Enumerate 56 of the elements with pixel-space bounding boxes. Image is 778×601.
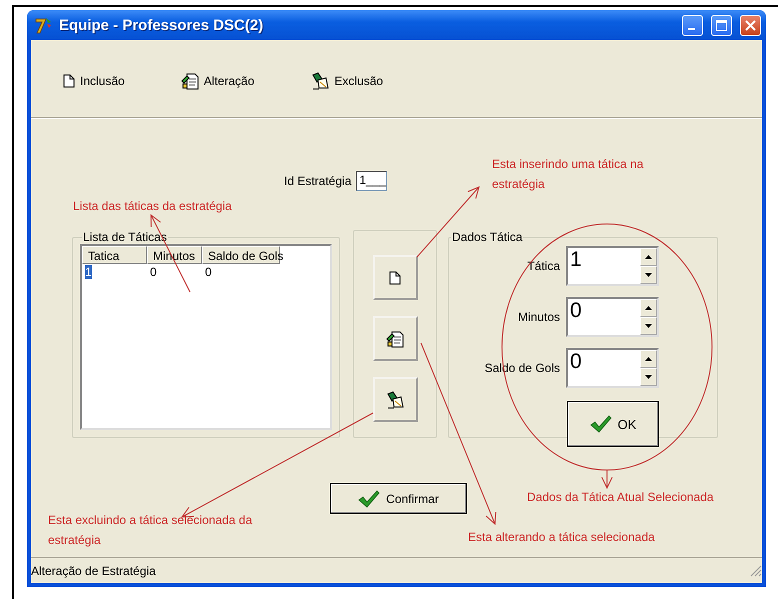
annotation-text: Dados da Tática Atual Selecionada	[527, 489, 715, 506]
eraser-icon	[386, 390, 404, 408]
eraser-icon	[311, 72, 330, 90]
field-label: Tática	[527, 259, 560, 273]
column-header[interactable]: Tatica	[82, 246, 147, 264]
resize-grip-icon	[750, 564, 762, 576]
leader-arrow	[601, 470, 613, 490]
close-button[interactable]	[740, 14, 761, 36]
toolbar-button[interactable]: Inclusão	[61, 72, 127, 90]
edit-document-icon	[180, 72, 199, 90]
spin-down-button[interactable]	[640, 368, 657, 386]
minimize-icon	[688, 28, 694, 30]
table-cell: 1	[85, 265, 92, 279]
group-title: Dados Tática	[451, 230, 524, 244]
spin-field[interactable]: 0	[566, 297, 659, 337]
document-icon	[389, 270, 401, 284]
annotation-text: Esta inserindo uma tática na estratégia	[492, 156, 644, 193]
icon-button[interactable]	[372, 255, 418, 300]
id-field[interactable]: 1___	[356, 171, 388, 191]
document-icon	[63, 74, 75, 88]
annotation-text: Esta alterando a tática selecionada	[468, 529, 656, 546]
confirm-button[interactable]: Confirmar	[330, 483, 467, 514]
spin-up-button[interactable]	[640, 350, 657, 368]
check-icon	[358, 490, 380, 508]
edit-document-icon	[386, 330, 404, 348]
field-label: Id Estratégia	[284, 174, 352, 188]
maximize-button[interactable]	[711, 14, 732, 36]
ok-button[interactable]: OK	[567, 401, 659, 447]
table-cell: 0	[150, 265, 157, 279]
table-cell: 0	[205, 265, 212, 279]
spin-field[interactable]: 1	[566, 246, 659, 286]
down-arrow-icon	[645, 375, 652, 379]
icon-button[interactable]	[372, 316, 418, 361]
annotation-text: Esta excluindo a tática selecionada da estratégia	[48, 512, 254, 549]
spin-up-button[interactable]	[640, 248, 657, 266]
up-arrow-icon	[645, 357, 652, 361]
maximize-icon	[716, 20, 727, 30]
up-arrow-icon	[645, 255, 652, 259]
toolbar-button[interactable]: Exclusão	[309, 70, 386, 92]
toolbar-button[interactable]: Alteração	[178, 70, 256, 92]
annotation-text: Lista das táticas da estratégia	[73, 198, 233, 215]
minimize-button[interactable]	[682, 14, 703, 36]
spin-field[interactable]: 0	[566, 348, 659, 388]
close-icon	[745, 20, 756, 30]
spin-down-button[interactable]	[640, 266, 657, 284]
down-arrow-icon	[645, 273, 652, 277]
spin-up-button[interactable]	[640, 299, 657, 317]
spin-down-button[interactable]	[640, 317, 657, 335]
window-title: Equipe - Professores DSC(2)	[59, 16, 264, 34]
field-label: Minutos	[518, 310, 560, 324]
status-text: Alteração de Estratégia	[31, 564, 156, 578]
down-arrow-icon	[645, 324, 652, 328]
app-icon	[35, 16, 53, 34]
check-icon	[590, 415, 612, 433]
up-arrow-icon	[645, 306, 652, 310]
icon-button[interactable]	[372, 377, 418, 422]
